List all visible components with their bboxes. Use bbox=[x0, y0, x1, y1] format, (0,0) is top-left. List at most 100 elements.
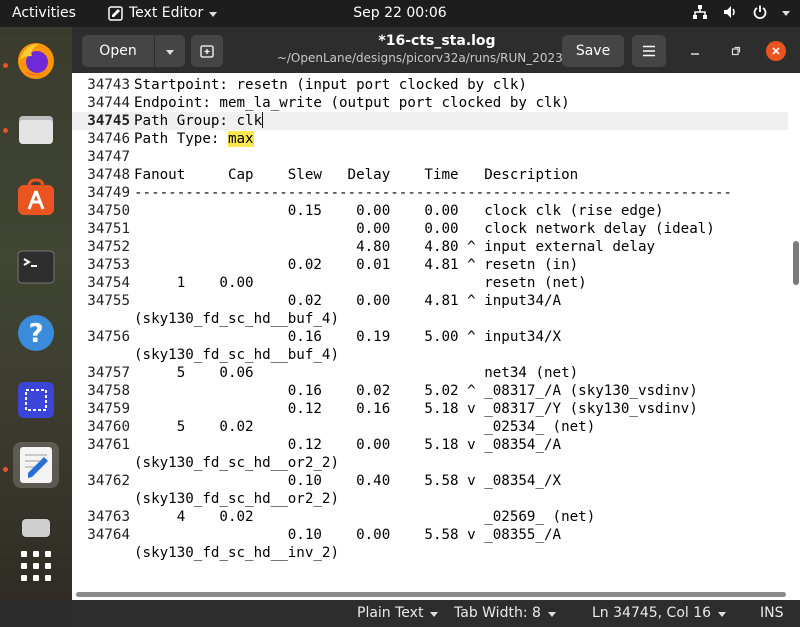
help-icon[interactable]: ? bbox=[13, 310, 59, 356]
close-icon bbox=[772, 47, 780, 55]
open-recent-dropdown[interactable] bbox=[155, 35, 185, 67]
main-menu-button[interactable] bbox=[632, 35, 666, 67]
editor-line[interactable]: 34744 Endpoint: mem_la_write (output port… bbox=[72, 94, 788, 112]
text-cursor bbox=[262, 112, 264, 128]
line-content: 0.10 0.40 5.58 v _08354_/X bbox=[134, 473, 562, 489]
maximize-button[interactable] bbox=[726, 41, 746, 61]
editor-line[interactable]: 34759 0.12 0.16 5.18 v _08317_/Y (sky130… bbox=[72, 400, 788, 418]
cursor-position-selector[interactable]: Ln 34745, Col 16 bbox=[592, 605, 727, 621]
save-button[interactable]: Save bbox=[562, 35, 624, 67]
activities-button[interactable]: Activities bbox=[12, 5, 76, 21]
editor-line[interactable]: (sky130_fd_sc_hd__inv_2) bbox=[72, 544, 788, 562]
minimize-button[interactable] bbox=[685, 41, 705, 61]
close-button[interactable] bbox=[766, 41, 786, 61]
editor-line[interactable]: (sky130_fd_sc_hd__or2_2) bbox=[72, 454, 788, 472]
chevron-down-icon bbox=[209, 11, 218, 17]
power-icon[interactable] bbox=[752, 4, 768, 20]
line-number: 34752 bbox=[87, 239, 130, 255]
editor-line[interactable]: 34755 0.02 0.00 4.81 ^ input34/A bbox=[72, 292, 788, 310]
line-text: 0.02 0.00 4.81 ^ input34/A bbox=[134, 292, 561, 310]
line-text: (sky130_fd_sc_hd__inv_2) bbox=[134, 544, 339, 562]
chevron-down-icon bbox=[782, 10, 790, 16]
line-number: 34759 bbox=[87, 401, 130, 417]
editor-line[interactable]: 34748 Fanout Cap Slew Delay Time Descript… bbox=[72, 166, 788, 184]
horizontal-scrollbar[interactable] bbox=[72, 588, 788, 600]
editor-line[interactable]: 34763 4 0.02 _02569_ (net) bbox=[72, 508, 788, 526]
line-content: 0.10 0.00 5.58 v _08355_/A bbox=[134, 527, 562, 543]
editor-line[interactable]: 34749 -----------------------------------… bbox=[72, 184, 788, 202]
firefox-icon[interactable] bbox=[13, 38, 59, 84]
tab-width-label: Tab Width: 8 bbox=[454, 605, 541, 621]
current-line[interactable]: 34745 Path Group: clk bbox=[72, 112, 788, 130]
line-content: 0.12 0.16 5.18 v _08317_/Y (sky130_vsdin… bbox=[134, 401, 698, 417]
open-button-label: Open bbox=[99, 43, 137, 59]
language-label: Plain Text bbox=[357, 605, 424, 621]
tab-width-selector[interactable]: Tab Width: 8 bbox=[454, 605, 556, 621]
volume-icon[interactable] bbox=[722, 4, 738, 20]
system-tray[interactable] bbox=[692, 4, 790, 20]
line-content: Endpoint: mem_la_write (output port cloc… bbox=[134, 95, 570, 111]
line-text: (sky130_fd_sc_hd__buf_4) bbox=[134, 310, 339, 328]
line-number: 34756 bbox=[87, 329, 130, 345]
new-document-icon bbox=[200, 45, 214, 58]
line-number: 34746 bbox=[87, 131, 130, 147]
line-content: Startpoint: resetn (input port clocked b… bbox=[134, 77, 527, 93]
clock[interactable]: Sep 22 00:06 bbox=[353, 5, 446, 21]
open-button[interactable]: Open bbox=[82, 35, 154, 67]
editor-line[interactable]: 34761 0.12 0.00 5.18 v _08354_/A bbox=[72, 436, 788, 454]
save-button-label: Save bbox=[575, 43, 611, 59]
text-editor-view[interactable]: 34743 Startpoint: resetn (input port cloc… bbox=[72, 73, 788, 588]
text-editor-dock-icon[interactable] bbox=[13, 442, 59, 488]
line-content: (sky130_fd_sc_hd__or2_2) bbox=[134, 491, 339, 507]
files-icon[interactable] bbox=[13, 107, 59, 153]
vertical-scrollbar[interactable] bbox=[788, 73, 800, 588]
trash-icon[interactable] bbox=[13, 517, 59, 537]
editor-line[interactable]: 34747 bbox=[72, 148, 788, 166]
running-indicator bbox=[3, 63, 8, 68]
editor-line[interactable]: 34757 5 0.06 net34 (net) bbox=[72, 364, 788, 382]
dock: ? bbox=[0, 27, 72, 600]
search-highlight: max bbox=[227, 131, 254, 147]
language-selector[interactable]: Plain Text bbox=[357, 605, 439, 621]
network-icon[interactable] bbox=[692, 4, 708, 20]
editor-line[interactable]: 34756 0.16 0.19 5.00 ^ input34/X bbox=[72, 328, 788, 346]
editor-line[interactable]: 34764 0.10 0.00 5.58 v _08355_/A bbox=[72, 526, 788, 544]
scrollbar-thumb[interactable] bbox=[793, 241, 799, 285]
hamburger-menu-icon bbox=[643, 45, 655, 57]
editor-line[interactable]: 34753 0.02 0.01 4.81 ^ resetn (in) bbox=[72, 256, 788, 274]
editor-line[interactable]: 34752 4.80 4.80 ^ input external delay bbox=[72, 238, 788, 256]
insert-mode-indicator[interactable]: INS bbox=[760, 605, 784, 621]
status-bar: Plain Text Tab Width: 8 Ln 34745, Col 16… bbox=[72, 600, 800, 627]
editor-line[interactable]: 34758 0.16 0.02 5.02 ^ _08317_/A (sky130… bbox=[72, 382, 788, 400]
editor-line[interactable]: (sky130_fd_sc_hd__buf_4) bbox=[72, 310, 788, 328]
line-number: 34753 bbox=[87, 257, 130, 273]
line-number: 34743 bbox=[87, 77, 130, 93]
editor-line[interactable]: (sky130_fd_sc_hd__or2_2) bbox=[72, 490, 788, 508]
window-title: *16-cts_sta.log ~/OpenLane/designs/picor… bbox=[272, 33, 602, 65]
editor-line[interactable]: 34762 0.10 0.40 5.58 v _08354_/X bbox=[72, 472, 788, 490]
editor-line[interactable]: 34754 1 0.00 resetn (net) bbox=[72, 274, 788, 292]
new-tab-button[interactable] bbox=[191, 35, 223, 67]
software-center-icon[interactable] bbox=[13, 175, 59, 221]
show-apps-icon[interactable] bbox=[13, 543, 59, 589]
line-number: 34764 bbox=[87, 527, 130, 543]
editor-line[interactable]: (sky130_fd_sc_hd__buf_4) bbox=[72, 346, 788, 364]
line-text: 0.16 0.02 5.02 ^ _08317_/A (sky130_vsdin… bbox=[134, 382, 698, 400]
line-text: (sky130_fd_sc_hd__or2_2) bbox=[134, 454, 339, 472]
editor-line[interactable]: 34743 Startpoint: resetn (input port cloc… bbox=[72, 76, 788, 94]
line-number: 34757 bbox=[87, 365, 130, 381]
line-number: 34758 bbox=[87, 383, 130, 399]
editor-line[interactable]: 34760 5 0.02 _02534_ (net) bbox=[72, 418, 788, 436]
app-menu[interactable]: Text Editor bbox=[108, 5, 218, 21]
editor-line[interactable]: 34750 0.15 0.00 0.00 clock clk (rise edg… bbox=[72, 202, 788, 220]
line-text: ----------------------------------------… bbox=[134, 184, 732, 202]
terminal-icon[interactable] bbox=[13, 244, 59, 290]
editor-line[interactable]: 34746 Path Type: max bbox=[72, 130, 788, 148]
line-content: Fanout Cap Slew Delay Time Description bbox=[134, 167, 579, 183]
scrollbar-thumb[interactable] bbox=[76, 592, 786, 597]
line-text: 0.02 0.01 4.81 ^ resetn (in) bbox=[134, 256, 578, 274]
line-content: 4 0.02 _02569_ (net) bbox=[134, 509, 596, 525]
screenshot-icon[interactable] bbox=[13, 377, 59, 423]
cursor-position-label: Ln 34745, Col 16 bbox=[592, 605, 712, 621]
editor-line[interactable]: 34751 0.00 0.00 clock network delay (ide… bbox=[72, 220, 788, 238]
